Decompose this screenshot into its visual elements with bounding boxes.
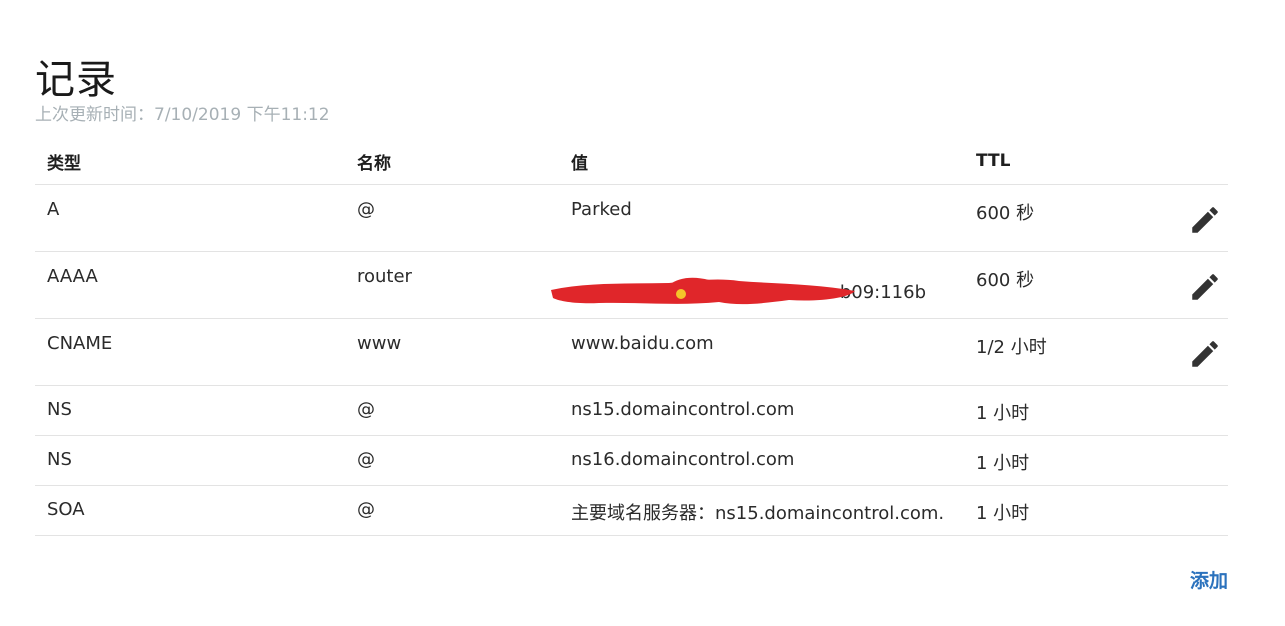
- record-value: www.baidu.com: [571, 333, 714, 354]
- pencil-icon[interactable]: [1188, 270, 1222, 304]
- record-value: ns16.domaincontrol.com: [571, 449, 795, 470]
- table-row: NS @ ns15.domaincontrol.com 1 小时: [35, 385, 1228, 436]
- record-type: CNAME: [47, 333, 113, 354]
- record-ttl: 1 小时: [976, 503, 1030, 524]
- record-type: AAAA: [47, 266, 98, 287]
- record-ttl: 1 小时: [976, 403, 1030, 424]
- page-title: 记录: [35, 56, 117, 103]
- record-name: @: [357, 199, 375, 220]
- record-ttl-cell: 1 小时: [964, 385, 1164, 436]
- record-ttl: 600 秒: [976, 203, 1035, 224]
- record-value: 主要域名服务器：ns15.domaincontrol.com.: [571, 503, 945, 524]
- record-ttl-cell: 1/2 小时: [964, 318, 1164, 386]
- record-value-cell: ns16.domaincontrol.com: [559, 435, 964, 486]
- record-name-cell: @: [345, 485, 559, 536]
- record-name-cell: @: [345, 435, 559, 486]
- record-actions-cell: [1164, 318, 1228, 386]
- record-ttl-cell: 600 秒: [964, 251, 1164, 319]
- table-row: A @ Parked 600 秒: [35, 184, 1228, 252]
- last-updated-timestamp: 上次更新时间：7/10/2019 下午11:12: [35, 105, 330, 125]
- record-value-cell: 主要域名服务器：ns15.domaincontrol.com.: [559, 485, 964, 536]
- record-type-cell: SOA: [35, 485, 345, 536]
- record-actions-cell: [1164, 184, 1228, 252]
- column-header-ttl: TTL: [964, 138, 1164, 185]
- record-type: NS: [47, 399, 72, 420]
- table-row: CNAME www www.baidu.com 1/2 小时: [35, 318, 1228, 386]
- record-value-cell: ns15.domaincontrol.com: [559, 385, 964, 436]
- table-row: NS @ ns16.domaincontrol.com 1 小时: [35, 435, 1228, 486]
- record-ttl-cell: 600 秒: [964, 184, 1164, 252]
- column-header-type: 类型: [35, 138, 345, 185]
- record-name: router: [357, 266, 412, 287]
- record-type: SOA: [47, 499, 85, 520]
- column-header-actions: [1164, 138, 1228, 185]
- record-type-cell: CNAME: [35, 318, 345, 386]
- record-actions-cell: [1164, 385, 1228, 436]
- record-value-cell: www.baidu.com: [559, 318, 964, 386]
- record-name: @: [357, 499, 375, 520]
- record-ttl: 1 小时: [976, 453, 1030, 474]
- pencil-icon[interactable]: [1188, 337, 1222, 371]
- record-type-cell: NS: [35, 435, 345, 486]
- record-name: www: [357, 333, 402, 354]
- column-header-name: 名称: [345, 138, 559, 185]
- record-ttl-cell: 1 小时: [964, 435, 1164, 486]
- record-actions-cell: [1164, 485, 1228, 536]
- record-ttl: 600 秒: [976, 270, 1035, 291]
- record-value: ns15.domaincontrol.com: [571, 399, 795, 420]
- record-value-cell: b09:116b: [551, 251, 964, 319]
- record-actions-cell: [1164, 435, 1228, 486]
- table-row: AAAA router b09:116b 600 秒: [35, 251, 1228, 319]
- record-name-cell: @: [345, 385, 559, 436]
- record-name-cell: router: [345, 251, 559, 319]
- record-ttl: 1/2 小时: [976, 337, 1047, 358]
- record-value: Parked: [571, 199, 632, 220]
- column-header-value: 值: [559, 138, 964, 185]
- record-name: @: [357, 399, 375, 420]
- record-value-cell: Parked: [559, 184, 964, 252]
- record-type-cell: NS: [35, 385, 345, 436]
- record-type: A: [47, 199, 60, 220]
- record-actions-cell: [1164, 251, 1228, 319]
- record-type-cell: AAAA: [35, 251, 345, 319]
- record-name: @: [357, 449, 375, 470]
- record-name-cell: www: [345, 318, 559, 386]
- dns-records-table: 类型 名称 值 TTL A @ Parked 600 秒 AAAA router: [35, 138, 1228, 536]
- add-record-link[interactable]: 添加: [1190, 566, 1228, 593]
- record-name-cell: @: [345, 184, 559, 252]
- table-row: SOA @ 主要域名服务器：ns15.domaincontrol.com. 1 …: [35, 485, 1228, 536]
- pencil-icon[interactable]: [1188, 203, 1222, 237]
- table-header-row: 类型 名称 值 TTL: [35, 138, 1228, 185]
- record-type-cell: A: [35, 184, 345, 252]
- record-type: NS: [47, 449, 72, 470]
- redaction-scribble: [551, 277, 855, 305]
- record-ttl-cell: 1 小时: [964, 485, 1164, 536]
